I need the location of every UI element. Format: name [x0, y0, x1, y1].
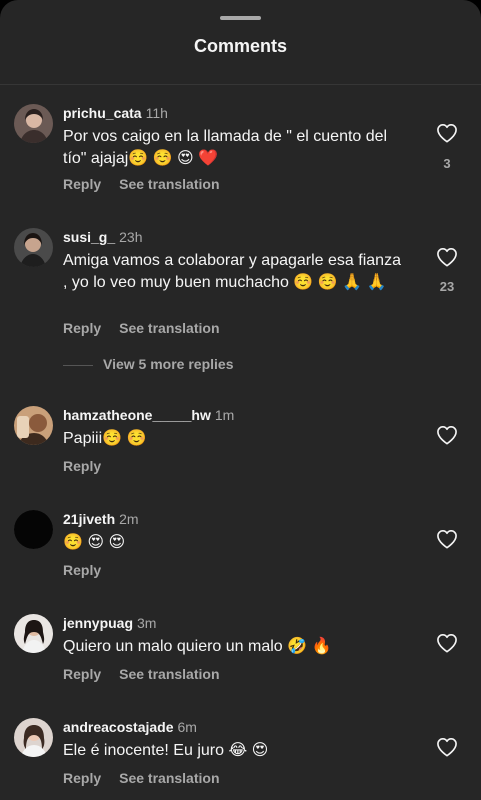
reply-button[interactable]: Reply [63, 458, 101, 474]
comment-username[interactable]: jennypuag [63, 615, 133, 631]
see-translation-button[interactable]: See translation [119, 770, 219, 786]
header-divider [0, 84, 481, 85]
comment-text: Ele é inocente! Eu juro 😂 😍 [63, 742, 269, 759]
heart-icon [437, 124, 457, 143]
comment-text: ☺️ 😍 😍 [63, 534, 126, 551]
see-translation-button[interactable]: See translation [119, 666, 219, 682]
like-button[interactable] [436, 529, 458, 549]
user-avatar-icon [14, 510, 53, 549]
like-count: 23 [439, 279, 455, 294]
like-button[interactable] [436, 123, 458, 143]
comment-username[interactable]: prichu_cata [63, 105, 142, 121]
user-avatar-icon [14, 228, 53, 267]
comment-time: 6m [177, 719, 197, 735]
replies-line [63, 364, 93, 366]
avatar[interactable] [14, 510, 53, 549]
comment-time: 2m [119, 511, 139, 527]
comment-username[interactable]: 21jiveth [63, 511, 115, 527]
avatar[interactable] [14, 406, 53, 445]
comment-username[interactable]: hamzatheone_____hw [63, 407, 211, 423]
avatar[interactable] [14, 228, 53, 267]
heart-icon [437, 738, 457, 757]
like-count: 3 [443, 156, 451, 171]
user-avatar-icon [14, 718, 53, 757]
comments-sheet: Comments prichu_cata 11h Por vos caigo en… [0, 0, 481, 800]
reply-button[interactable]: Reply [63, 562, 101, 578]
avatar[interactable] [14, 614, 53, 653]
comment-text: Amiga vamos a colaborar y apagarle esa f… [63, 252, 401, 291]
comment-text: Papiii☺️ ☺️ [63, 430, 147, 447]
heart-icon [437, 248, 457, 267]
heart-icon [437, 634, 457, 653]
comment-username[interactable]: susi_g_ [63, 229, 115, 245]
like-button[interactable] [436, 633, 458, 653]
reply-button[interactable]: Reply [63, 770, 101, 786]
like-button[interactable] [436, 425, 458, 445]
see-translation-button[interactable]: See translation [119, 176, 219, 192]
comment-time: 1m [214, 407, 235, 423]
user-avatar-icon [14, 614, 53, 653]
avatar[interactable] [14, 104, 53, 143]
reply-button[interactable]: Reply [63, 666, 101, 682]
comment-time: 23h [119, 229, 143, 245]
comment-text: Por vos caigo en la llamada de " el cuen… [63, 128, 388, 167]
comment-text: Quiero un malo quiero un malo 🤣 🔥 [63, 638, 332, 655]
avatar[interactable] [14, 718, 53, 757]
drag-handle[interactable] [220, 16, 261, 20]
comment-username[interactable]: andreacostajade [63, 719, 174, 735]
view-more-replies-button[interactable]: View 5 more replies [63, 356, 233, 372]
like-button[interactable] [436, 737, 458, 757]
heart-icon [437, 530, 457, 549]
reply-button[interactable]: Reply [63, 320, 101, 336]
heart-icon [437, 426, 457, 445]
comment-time: 11h [145, 105, 168, 121]
user-avatar-icon [14, 406, 53, 445]
sheet-title: Comments [193, 36, 287, 56]
like-button[interactable] [436, 247, 458, 267]
view-more-replies-label: View 5 more replies [103, 356, 234, 372]
reply-button[interactable]: Reply [63, 176, 101, 192]
see-translation-button[interactable]: See translation [119, 320, 219, 336]
user-avatar-icon [14, 104, 53, 143]
comment-time: 3m [137, 615, 157, 631]
